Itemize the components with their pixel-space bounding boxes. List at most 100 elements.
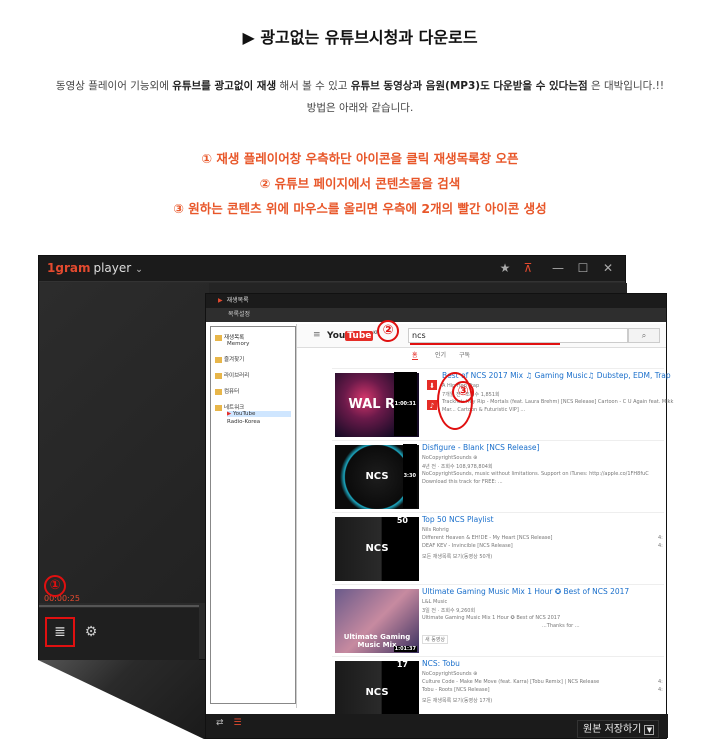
search-icon[interactable]: ⌕: [628, 328, 660, 343]
pin-top-icon[interactable]: ⊼: [519, 259, 537, 277]
window-shadow: [38, 660, 206, 739]
yt-tube: Tube: [345, 331, 374, 341]
playlist-all-link[interactable]: 모든 재생목록 보기(동영상 17개): [422, 697, 492, 704]
maximize-icon[interactable]: ☐: [574, 259, 592, 277]
youtube-search-input[interactable]: ncs: [408, 328, 628, 343]
video-item[interactable]: NCS 50 Top 50 NCS Playlist Nils Rohrig Di…: [332, 512, 664, 584]
video-shade: [39, 283, 209, 603]
video-desc: Ultimate Gaming Music Mix 1 Hour ✪ Best …: [422, 615, 561, 621]
pin-icon[interactable]: ★: [496, 259, 514, 277]
youtube-panel: ≡ You Tube KR ncs ⌕ ② 홈 인기 구독 WAL RU 1:00:3…: [296, 320, 673, 725]
video-item[interactable]: Ultimate Gaming Music Mix 1:01:37 Ultimat…: [332, 584, 664, 656]
video-stats: 4년 전 · 조회수 108,978,804회: [422, 464, 493, 470]
tree-label: Radio-Korea: [227, 419, 261, 425]
tree-item-youtube[interactable]: ▶ YouTube: [227, 411, 291, 417]
thumb-text: NCS: [365, 543, 389, 554]
tree-item-computer[interactable]: 컴퓨터: [215, 387, 239, 395]
video-track: Different Heaven & EH!DE - My Heart [NCS…: [422, 535, 553, 541]
minimize-icon[interactable]: —: [549, 259, 567, 277]
annotation-circle-2: ②: [377, 320, 399, 342]
playlist-settings[interactable]: 목록설정: [206, 308, 666, 322]
video-channel: NoCopyrightSounds ⊕: [422, 455, 478, 461]
tab-subscriptions[interactable]: 구독: [459, 350, 470, 359]
video-count: 50: [396, 516, 408, 525]
video-title[interactable]: Top 50 NCS Playlist: [422, 515, 494, 524]
step-3: ③ 원하는 콘텐츠 위에 마우스를 올리면 우측에 2개의 빨간 아이콘 생성: [173, 201, 547, 216]
video-channel: L&L Music: [422, 599, 448, 605]
video-channel: Nils Rohrig: [422, 527, 449, 533]
video-desc2: Download this track for FREE: ...: [422, 479, 503, 485]
progress-bar[interactable]: [39, 605, 199, 607]
video-title[interactable]: Best of NCS 2017 Mix ♫ Gaming Music♫ Dub…: [442, 371, 671, 380]
video-item[interactable]: WAL RU 1:00:31 ⬇ ♪ Best of NCS 2017 Mix ♫…: [332, 368, 673, 440]
thumb-text: NCS: [365, 471, 389, 482]
shuffle-icon[interactable]: ⇄: [216, 718, 224, 728]
video-item[interactable]: NCS 3:30 Disfigure - Blank [NCS Release] …: [332, 440, 664, 512]
tab-trending[interactable]: 인기: [435, 350, 446, 359]
video-title[interactable]: NCS: Tobu: [422, 659, 460, 668]
youtube-logo[interactable]: You Tube KR: [327, 330, 379, 341]
playlist-all-link[interactable]: 모든 재생목록 보기(동영상 50개): [422, 553, 492, 560]
desc-part: 은 대박입니다.!!: [587, 80, 665, 92]
video-channel: NoCopyrightSounds ⊕: [422, 671, 478, 677]
save-original-button[interactable]: 원본 저장하기 ▼: [577, 720, 659, 738]
tree-label: Memory: [227, 341, 250, 347]
new-badge: 새 동영상: [422, 635, 448, 644]
download-icon[interactable]: ⬇: [426, 379, 438, 391]
video-title[interactable]: Disfigure - Blank [NCS Release]: [422, 443, 539, 452]
video-desc: Tracklist: Hey Rip - Mortals (feat. Laur…: [442, 399, 674, 405]
logo-num: 1gram: [47, 261, 91, 275]
description-line1: 동영상 플레이어 기능외에 유튜브를 광고없이 재생 해서 볼 수 있고 유튜브…: [0, 78, 720, 93]
video-stats: 3일 전 · 조회수 9,260회: [422, 608, 476, 614]
video-track: Tobu - Roots [NCS Release]: [422, 687, 490, 693]
description-line2: 방법은 아래와 같습니다.: [306, 102, 414, 114]
video-desc: NoCopyrightSounds, music without limitat…: [422, 471, 649, 477]
video-thumbnail[interactable]: WAL RU 1:00:31: [335, 372, 419, 437]
video-thumbnail[interactable]: NCS 50: [335, 516, 419, 581]
video-track: DEAF KEV - Invincible [NCS Release]: [422, 543, 513, 549]
youtube-topbar: ≡ You Tube KR ncs ⌕ ②: [297, 320, 666, 348]
player-logo[interactable]: 1gram player ⌄: [47, 261, 143, 275]
logo-text: player: [93, 261, 132, 275]
tab-home[interactable]: 홈: [412, 350, 418, 360]
playlist-window: ▶ 재생목록 목록설정 재생목록 Memory 즐겨찾기 라이브러리 컴퓨터 네트…: [205, 293, 673, 739]
video-title[interactable]: Ultimate Gaming Music Mix 1 Hour ✪ Best …: [422, 587, 629, 596]
tree-label: 컴퓨터: [224, 389, 240, 395]
playlist-settings-label: 목록설정: [228, 311, 251, 318]
youtube-tabs: 홈 인기 구독: [297, 348, 666, 362]
dropdown-icon[interactable]: ▼: [644, 725, 655, 735]
thumb-text: NCS: [365, 687, 389, 698]
tree-item-radio[interactable]: Radio-Korea: [227, 419, 260, 425]
tree-item-favorites[interactable]: 즐겨찾기: [215, 355, 244, 363]
video-duration: 1:00:31: [393, 372, 417, 436]
playlist-open-button[interactable]: ≣: [45, 617, 75, 647]
tree-label: YouTube: [232, 411, 256, 417]
tree-item-network[interactable]: 네트워크: [215, 403, 244, 411]
tree-item-memory[interactable]: Memory: [227, 341, 249, 347]
tree-item-library[interactable]: 라이브러리: [215, 371, 249, 379]
video-track: Culture Code - Make Me Move (feat. Karra…: [422, 679, 600, 685]
tree-label: 라이브러리: [224, 373, 250, 379]
track-length: 4:: [658, 687, 663, 693]
gear-icon[interactable]: ⚙: [81, 622, 101, 642]
playlist-title: 재생목록: [226, 297, 249, 304]
close-icon[interactable]: ✕: [599, 259, 617, 277]
playlist-titlebar: ▶ 재생목록: [206, 294, 666, 308]
search-highlight: [410, 343, 560, 345]
desc-bold: 유튜브 동영상과 음원(MP3)도 다운받을 수 있다는점: [350, 80, 588, 92]
footer-controls: ⇄ ☰: [216, 718, 242, 728]
playlist-logo-icon: ▶: [218, 297, 223, 304]
desc-part: 해서 볼 수 있고: [276, 80, 351, 92]
chevron-down-icon: ⌄: [135, 265, 143, 275]
video-desc2: ...Thanks for ...: [542, 623, 580, 629]
yt-you: You: [327, 331, 346, 341]
step-2: ② 유튜브 페이지에서 콘텐츠물을 검색: [259, 176, 461, 191]
step-1: ① 재생 플레이어창 우측하단 아이콘을 클릭 재생목록창 오픈: [201, 151, 519, 166]
list-icon[interactable]: ☰: [234, 718, 242, 728]
player-titlebar: 1gram player ⌄ ★ ⊼ — ☐ ✕: [39, 256, 625, 282]
tree-item-playlist[interactable]: 재생목록: [215, 333, 244, 341]
desc-bold: 유튜브를 광고없이 재생: [172, 80, 277, 92]
hamburger-icon[interactable]: ≡: [313, 330, 321, 340]
annotation-circle-1: ①: [44, 575, 66, 597]
video-count: 17: [396, 660, 408, 669]
